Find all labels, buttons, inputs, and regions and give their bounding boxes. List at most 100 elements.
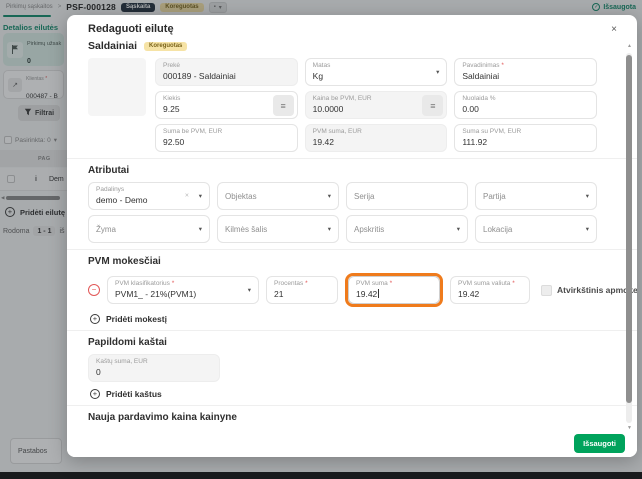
adjusted-badge: Koreguotas xyxy=(144,42,187,51)
modal-scrollbar-thumb[interactable] xyxy=(626,55,632,403)
placeholder: Objektas xyxy=(225,192,257,201)
field-value: PVM1_ - 21%(PVM1) xyxy=(115,288,251,301)
apskritis-select[interactable]: Apskritis ▾ xyxy=(346,215,468,243)
modal-header: Redaguoti eilutę × xyxy=(67,15,637,37)
partija-select[interactable]: Partija ▾ xyxy=(475,182,597,210)
placeholder: Lokacija xyxy=(483,225,512,234)
placeholder: Serija xyxy=(354,192,374,201)
field-value: 21 xyxy=(274,288,330,301)
menu-icon[interactable]: ≡ xyxy=(273,95,294,116)
field-label: Kaštų suma, EUR xyxy=(96,358,212,366)
field-value: 000189 - Saldainiai xyxy=(163,70,290,83)
add-cost-label: Pridėti kaštus xyxy=(106,389,162,399)
reverse-charge-row: Atvirkštinis apmokestinimas xyxy=(541,285,637,296)
zyma-select[interactable]: Žyma ▾ xyxy=(88,215,210,243)
chevron-down-icon[interactable]: ▾ xyxy=(586,192,589,200)
kiekis-field[interactable]: Kiekis 9.25 ≡ xyxy=(155,91,298,119)
pvm-suma-eur-field: PVM suma, EUR 19.42 xyxy=(305,124,448,152)
modal-body: Saldainiai Koreguotas Prekė 000189 - Sal… xyxy=(67,40,637,441)
pavadinimas-field[interactable]: Pavadinimas * Saldainiai xyxy=(454,58,597,86)
field-label: Kiekis xyxy=(163,95,290,103)
chevron-down-icon[interactable]: ▾ xyxy=(436,68,439,76)
remove-tax-icon[interactable]: − xyxy=(88,284,100,296)
main-fields-grid: Prekė 000189 - Saldainiai Matas Kg ▾ Pav… xyxy=(155,58,597,152)
chevron-down-icon[interactable]: ▾ xyxy=(328,192,331,200)
atributai-grid: Padalinys demo - Demo × ▾ Objektas ▾ Ser… xyxy=(88,182,597,243)
matas-select[interactable]: Matas Kg ▾ xyxy=(305,58,448,86)
field-label: Prekė xyxy=(163,62,290,70)
suma-su-pvm-field[interactable]: Suma su PVM, EUR 111.92 xyxy=(454,124,597,152)
field-label: PVM suma, EUR xyxy=(313,128,440,136)
save-button[interactable]: Išsaugoti xyxy=(574,434,625,453)
chevron-down-icon[interactable]: ▾ xyxy=(199,192,202,200)
procentas-field[interactable]: Procentas * 21 xyxy=(266,276,338,304)
objektas-select[interactable]: Objektas ▾ xyxy=(217,182,339,210)
divider xyxy=(67,249,637,250)
scroll-down-icon[interactable]: ▼ xyxy=(627,425,632,431)
field-value: 9.25 xyxy=(163,103,290,116)
plus-circle-icon: + xyxy=(90,389,100,399)
add-tax-label: Pridėti mokestį xyxy=(106,314,167,324)
pvm-klasifikatorius-select[interactable]: PVM klasifikatorius * PVM1_ - 21%(PVM1) … xyxy=(107,276,259,304)
pvm-tax-row: − PVM klasifikatorius * PVM1_ - 21%(PVM1… xyxy=(88,273,597,307)
text-cursor xyxy=(378,289,379,298)
field-label: Nuolaida % xyxy=(462,95,589,103)
pvm-suma-valiuta-field[interactable]: PVM suma valiuta * 19.42 xyxy=(450,276,530,304)
placeholder: Partija xyxy=(483,192,506,201)
chevron-down-icon[interactable]: ▾ xyxy=(328,225,331,233)
chevron-down-icon[interactable]: ▾ xyxy=(586,225,589,233)
add-cost-link[interactable]: + Pridėti kaštus xyxy=(90,389,597,399)
chevron-down-icon[interactable]: ▾ xyxy=(199,225,202,233)
kainynas-heading: Nauja pardavimo kaina kainyne xyxy=(88,412,597,423)
serija-input[interactable]: Serija xyxy=(346,182,468,210)
placeholder: Kilmės šalis xyxy=(225,225,267,234)
lokacija-select[interactable]: Lokacija ▾ xyxy=(475,215,597,243)
atributai-heading: Atributai xyxy=(88,165,597,176)
field-label: Procentas * xyxy=(274,280,330,288)
field-label: Suma be PVM, EUR xyxy=(163,128,290,136)
suma-be-pvm-field[interactable]: Suma be PVM, EUR 92.50 xyxy=(155,124,298,152)
field-value: 0 xyxy=(96,366,212,379)
modal-title: Redaguoti eilutę xyxy=(88,23,174,35)
reverse-charge-checkbox[interactable] xyxy=(541,285,552,296)
field-label: Matas xyxy=(313,62,440,70)
add-tax-link[interactable]: + Pridėti mokestį xyxy=(90,314,597,324)
field-label: Pavadinimas * xyxy=(462,62,589,70)
nuolaida-field[interactable]: Nuolaida % 0.00 xyxy=(454,91,597,119)
field-label: PVM klasifikatorius * xyxy=(115,280,251,288)
kastai-heading: Papildomi kaštai xyxy=(88,337,597,348)
placeholder: Apskritis xyxy=(354,225,384,234)
padalinys-select[interactable]: Padalinys demo - Demo × ▾ xyxy=(88,182,210,210)
product-image-placeholder xyxy=(88,58,146,116)
field-value: 19.42 xyxy=(458,288,522,301)
modal-footer: Išsaugoti xyxy=(67,429,637,457)
divider xyxy=(67,330,637,331)
field-value: 92.50 xyxy=(163,136,290,149)
kilmes-salis-select[interactable]: Kilmės šalis ▾ xyxy=(217,215,339,243)
field-value: 19.42 xyxy=(356,288,432,301)
pvm-suma-field[interactable]: PVM suma * 19.42 xyxy=(348,276,440,304)
field-value: 10.0000 xyxy=(313,103,440,116)
field-value: Saldainiai xyxy=(462,70,589,83)
chevron-down-icon[interactable]: ▾ xyxy=(457,225,460,233)
clear-icon[interactable]: × xyxy=(185,193,189,200)
field-label: Suma su PVM, EUR xyxy=(462,128,589,136)
reverse-charge-label: Atvirkštinis apmokestinimas xyxy=(557,285,637,295)
field-label: PVM suma * xyxy=(356,280,432,288)
plus-circle-icon: + xyxy=(90,314,100,324)
field-value: 19.42 xyxy=(313,136,440,149)
field-value: 111.92 xyxy=(462,136,589,149)
field-label: Kaina be PVM, EUR xyxy=(313,95,440,103)
chevron-down-icon[interactable]: ▾ xyxy=(248,286,251,294)
close-icon[interactable]: × xyxy=(609,23,619,37)
product-title: Saldainiai xyxy=(88,40,137,52)
kaina-field: Kaina be PVM, EUR 10.0000 ≡ xyxy=(305,91,448,119)
divider xyxy=(67,405,637,406)
kastu-suma-field: Kaštų suma, EUR 0 xyxy=(88,354,220,382)
pvm-heading: PVM mokesčiai xyxy=(88,256,597,267)
highlight-annotation: PVM suma * 19.42 xyxy=(345,273,443,307)
scroll-up-icon[interactable]: ▲ xyxy=(627,43,632,49)
modal-scrollbar[interactable] xyxy=(626,53,632,423)
menu-icon[interactable]: ≡ xyxy=(422,95,443,116)
field-label: PVM suma valiuta * xyxy=(458,280,522,288)
